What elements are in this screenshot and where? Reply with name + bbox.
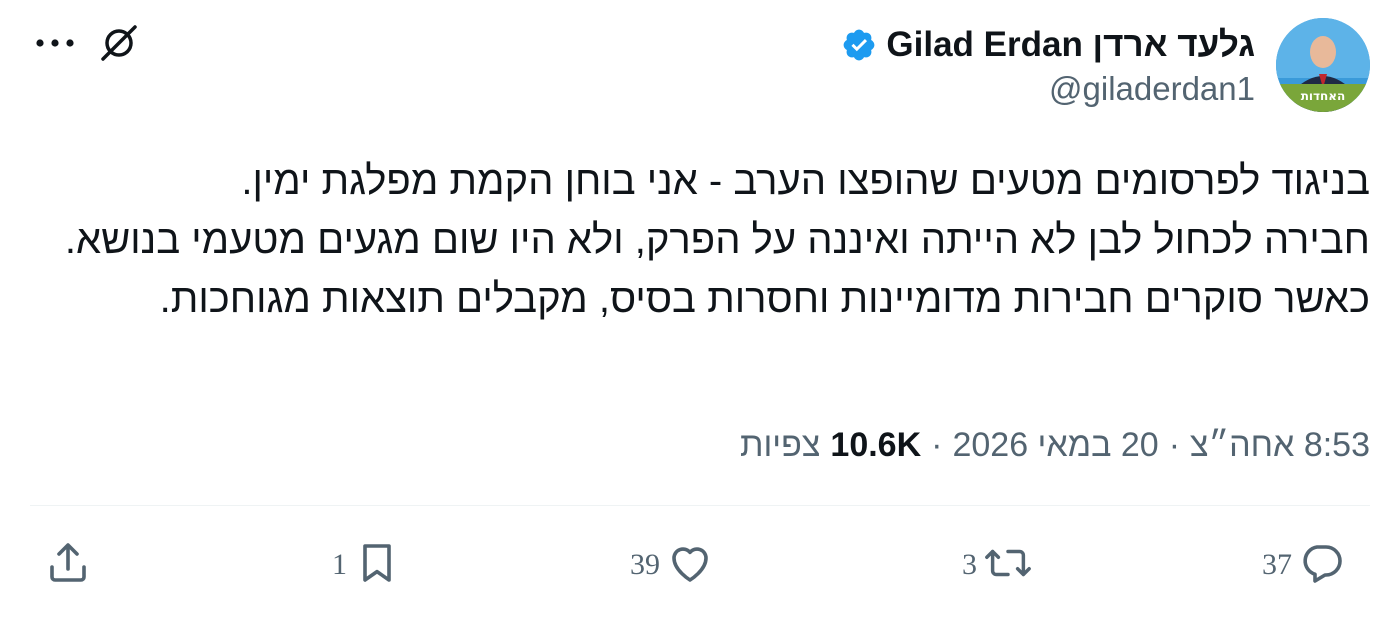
tweet-date[interactable]: 20 במאי 2026 <box>952 426 1158 465</box>
like-button[interactable]: 39 <box>630 535 714 595</box>
grok-icon[interactable] <box>96 20 142 66</box>
like-count: 39 <box>630 548 660 581</box>
tweet-header: Gilad Erdan גלעד ארדן @giladerdan1 האחדו… <box>0 0 1400 130</box>
meta-separator: · <box>1168 425 1181 464</box>
avatar[interactable]: האחדות <box>1276 18 1370 112</box>
author-name-row[interactable]: Gilad Erdan גלעד ארדן <box>840 22 1255 68</box>
reply-count: 37 <box>1262 548 1292 581</box>
share-icon <box>44 539 92 592</box>
bookmark-count: 1 <box>332 548 347 581</box>
action-bar: 37 3 39 1 <box>0 535 1400 595</box>
tweet-line: כאשר סוקרים חבירות מדומיינות וחסרות בסיס… <box>159 277 1370 321</box>
retweet-button[interactable]: 3 <box>962 535 1033 595</box>
retweet-count: 3 <box>962 548 977 581</box>
more-icon[interactable] <box>34 30 76 56</box>
reply-button[interactable]: 37 <box>1262 535 1346 595</box>
views-count[interactable]: 10.6K <box>830 426 921 465</box>
tweet-line: חבירה לכחול לבן לא הייתה ואיננה על הפרק,… <box>64 218 1370 262</box>
bookmark-icon <box>353 539 401 592</box>
like-icon <box>666 539 714 592</box>
tweet-line: בניגוד לפרסומים מטעים שהופצו הערב - אני … <box>241 159 1370 203</box>
divider <box>30 505 1370 506</box>
author-handle[interactable]: @giladerdan1 <box>1049 70 1255 108</box>
verified-badge-icon <box>840 26 878 64</box>
author-display-name[interactable]: Gilad Erdan גלעד ארדן <box>886 25 1255 65</box>
meta-separator: · <box>931 425 943 464</box>
views-label: צפיות <box>739 425 821 464</box>
tweet-time[interactable]: 8:53 אחה״צ <box>1190 426 1370 465</box>
tweet-meta: 8:53 אחה״צ · 20 במאי 2026 · 10.6K צפיות <box>740 420 1370 470</box>
avatar-badge-text: האחדות <box>1301 89 1346 103</box>
bookmark-button[interactable]: 1 <box>332 535 401 595</box>
reply-icon <box>1298 539 1346 592</box>
retweet-icon <box>983 539 1033 592</box>
share-button[interactable] <box>44 535 92 595</box>
tweet-text: בניגוד לפרסומים מטעים שהופצו הערב - אני … <box>50 152 1370 329</box>
